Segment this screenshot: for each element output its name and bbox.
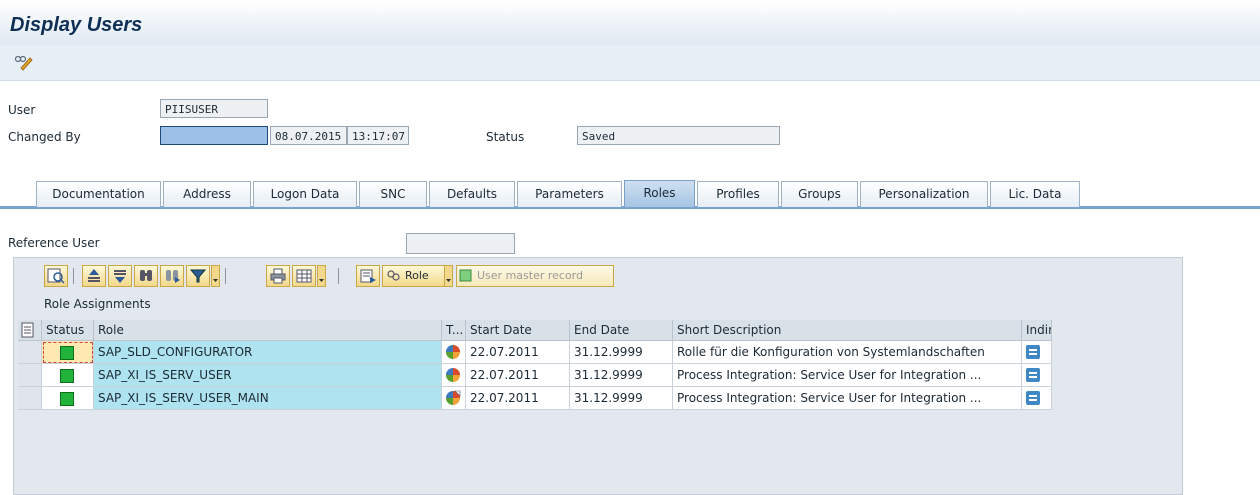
status-green-icon [60,346,74,360]
changed-time-field[interactable]: 13:17:07 [347,126,409,145]
end-date-cell: 31.12.9999 [570,387,673,410]
role-cell[interactable]: SAP_XI_IS_SERV_USER_MAIN [94,387,442,410]
page-title: Display Users [10,14,143,36]
indirect-cell[interactable] [1022,364,1052,387]
changed-by-field[interactable] [160,126,268,145]
role-button[interactable]: Role [382,265,453,287]
status-green-icon [60,369,74,383]
changed-by-label: Changed By [8,130,81,144]
role-cell[interactable]: SAP_SLD_CONFIGURATOR [94,341,442,364]
composite-role-ext-icon [442,387,466,410]
table-row[interactable]: SAP_XI_IS_SERV_USER_MAIN 22.07.2011 31.1… [18,387,1052,410]
spreadsheet-icon[interactable] [292,265,316,287]
layout-icon[interactable] [356,265,380,287]
column-header-start-date[interactable]: Start Date [466,320,570,341]
reference-user-label: Reference User [8,236,100,250]
export-dropdown[interactable] [317,265,326,287]
select-all-icon[interactable] [18,320,42,341]
toolbar-separator [338,268,339,284]
role-cell[interactable]: SAP_XI_IS_SERV_USER [94,364,442,387]
row-selector[interactable] [18,364,42,387]
short-description-cell: Process Integration: Service User for In… [673,364,1022,387]
start-date-cell: 22.07.2011 [466,364,570,387]
short-description-cell: Rolle für die Konfiguration von Systemla… [673,341,1022,364]
role-dropdown[interactable] [444,265,453,287]
start-date-cell: 22.07.2011 [466,387,570,410]
table-row[interactable]: SAP_XI_IS_SERV_USER 22.07.2011 31.12.999… [18,364,1052,387]
table-row[interactable]: SAP_SLD_CONFIGURATOR 22.07.2011 31.12.99… [18,341,1052,364]
sort-ascending-button[interactable] [82,265,106,287]
sort-descending-button[interactable] [108,265,132,287]
start-date-cell: 22.07.2011 [466,341,570,364]
status-cell[interactable] [42,364,94,387]
details-button[interactable] [44,265,68,287]
filter-dropdown[interactable] [211,265,220,287]
row-selector[interactable] [18,387,42,410]
user-label: User [8,103,36,117]
end-date-cell: 31.12.9999 [570,364,673,387]
changed-date-field[interactable]: 08.07.2015 [270,126,347,145]
status-cell[interactable] [42,387,94,410]
column-header-role[interactable]: Role [94,320,442,341]
indirect-assignment-icon [1026,368,1040,382]
composite-role-icon [442,341,466,364]
user-master-record-label: User master record [477,269,583,282]
toolbar-separator [225,268,226,284]
user-master-record-button[interactable]: User master record [456,265,614,287]
row-selector[interactable] [18,341,42,364]
tab-logon-data[interactable]: Logon Data [253,181,357,207]
print-icon[interactable] [266,265,290,287]
indirect-cell[interactable] [1022,341,1052,364]
title-bar: Display Users [0,0,1260,45]
toolbar-separator [73,268,74,284]
composite-role-icon [442,364,466,387]
status-field[interactable]: Saved [577,126,780,145]
column-header-short-description[interactable]: Short Description [673,320,1022,341]
find-icon[interactable] [134,265,158,287]
tab-documentation[interactable]: Documentation [36,181,161,207]
user-field[interactable]: PIISUSER [160,99,268,118]
application-toolbar [0,45,1260,81]
tab-personalization[interactable]: Personalization [860,181,988,207]
indirect-cell[interactable] [1022,387,1052,410]
tab-snc[interactable]: SNC [359,181,427,207]
role-button-label: Role [405,269,429,282]
tab-address[interactable]: Address [163,181,251,207]
display-change-icon[interactable] [13,53,35,71]
find-next-icon[interactable] [160,265,184,287]
reference-user-field[interactable] [406,233,515,254]
tab-groups[interactable]: Groups [781,181,858,207]
role-assignments-title: Role Assignments [44,297,151,311]
tab-parameters[interactable]: Parameters [517,181,622,207]
column-header-indirect[interactable]: Indir... [1022,320,1052,341]
indirect-assignment-icon [1026,391,1040,405]
status-green-icon [60,392,74,406]
column-header-status[interactable]: Status [42,320,94,341]
column-header-end-date[interactable]: End Date [570,320,673,341]
tab-defaults[interactable]: Defaults [429,181,515,207]
tab-profiles[interactable]: Profiles [697,181,779,207]
end-date-cell: 31.12.9999 [570,341,673,364]
status-cell[interactable] [42,341,94,364]
indirect-assignment-icon [1026,345,1040,359]
status-label: Status [486,130,525,144]
short-description-cell: Process Integration: Service User for In… [673,387,1022,410]
column-header-type[interactable]: T... [442,320,466,341]
tab-roles[interactable]: Roles [624,180,695,207]
tab-lic-data[interactable]: Lic. Data [990,181,1080,207]
filter-icon[interactable] [186,265,210,287]
